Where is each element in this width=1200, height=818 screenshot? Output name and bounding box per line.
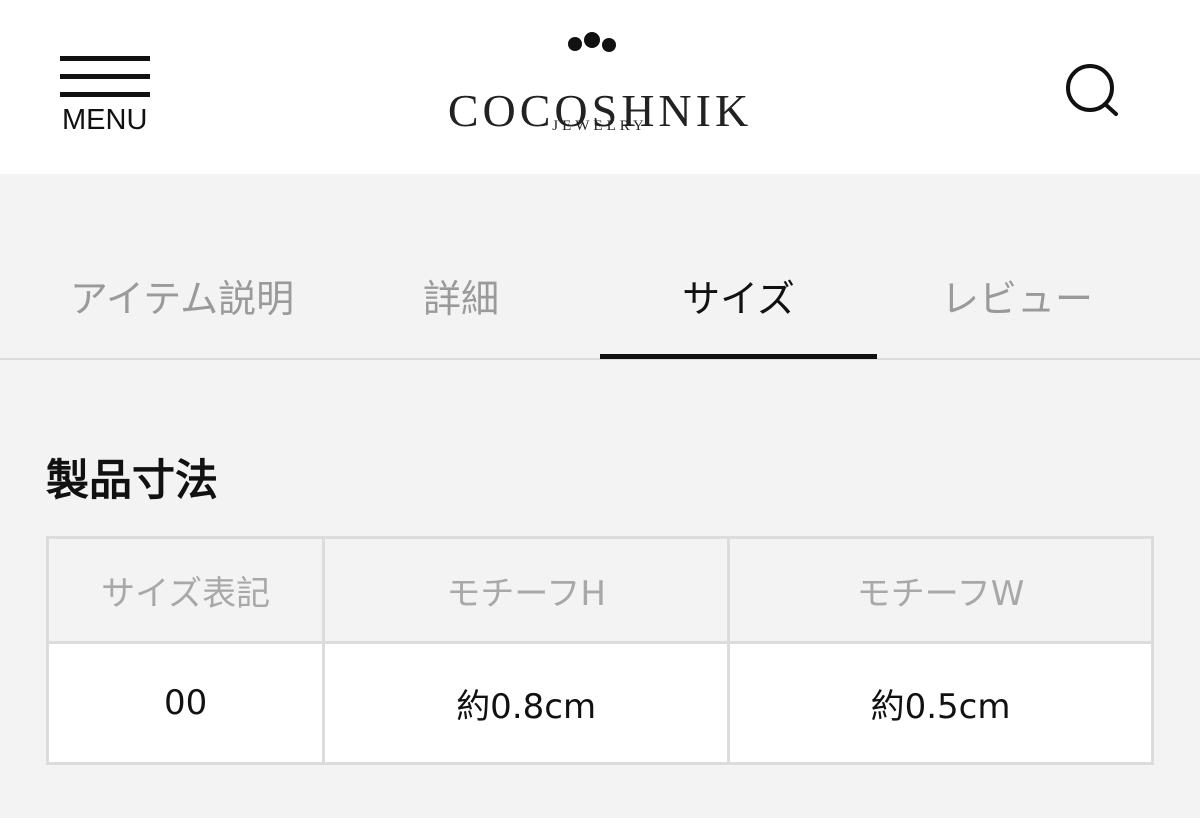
logo-dots-icon xyxy=(568,32,616,52)
tab-review[interactable]: レビュー xyxy=(877,268,1157,360)
hamburger-icon-bar-top xyxy=(60,56,150,61)
tab-size[interactable]: サイズ xyxy=(600,268,877,360)
logo-subtext: JEWELRY xyxy=(552,118,648,134)
hamburger-icon-bar-middle xyxy=(60,74,150,79)
hamburger-icon-bar-bottom xyxy=(60,92,150,97)
section-title: 製品寸法 xyxy=(46,456,218,506)
cell-size-label: 00 xyxy=(45,641,326,765)
cell-motif-height: 約0.8cm xyxy=(322,641,731,765)
site-logo[interactable]: COCOSHNIK JEWELRY xyxy=(420,28,780,138)
active-tab-indicator xyxy=(600,354,877,359)
menu-label: MENU xyxy=(62,104,148,136)
size-table: サイズ表記 モチーフH モチーフW 00 約0.8cm 約0.5cm xyxy=(45,536,1154,765)
product-tabs: アイテム説明 詳細 サイズ レビュー xyxy=(0,174,1200,360)
search-button[interactable] xyxy=(1060,58,1124,122)
tab-item-description[interactable]: アイテム説明 xyxy=(42,268,322,360)
cell-motif-width: 約0.5cm xyxy=(727,641,1154,765)
header-size-label: サイズ表記 xyxy=(45,536,326,644)
table-header-row: サイズ表記 モチーフH モチーフW xyxy=(45,536,1154,644)
tab-details[interactable]: 詳細 xyxy=(322,268,600,360)
menu-button[interactable]: MENU xyxy=(60,54,152,140)
search-icon xyxy=(1066,64,1118,116)
site-header: MENU COCOSHNIK JEWELRY xyxy=(0,0,1200,174)
header-motif-width: モチーフW xyxy=(727,536,1154,644)
header-motif-height: モチーフH xyxy=(322,536,731,644)
table-row: 00 約0.8cm 約0.5cm xyxy=(45,641,1154,765)
